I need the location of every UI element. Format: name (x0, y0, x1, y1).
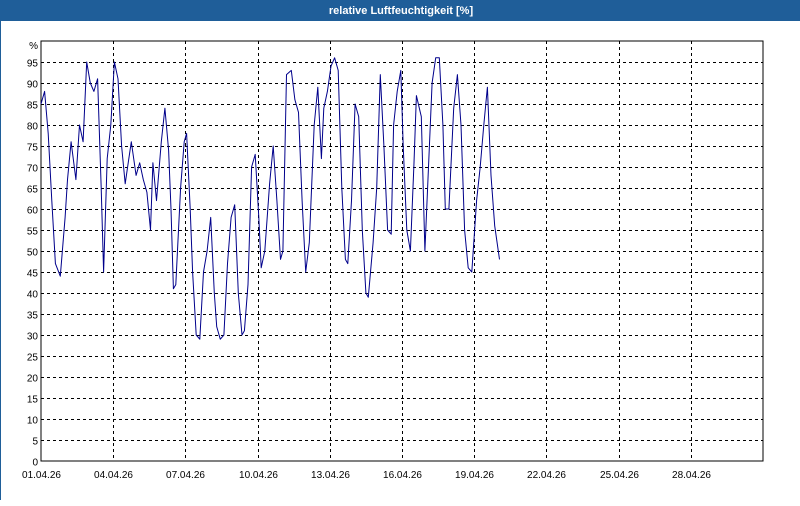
y-axis-label: % (29, 41, 38, 52)
y-tick-label: 45 (27, 269, 39, 280)
x-tick-label: 16.04.26 (383, 470, 422, 481)
y-tick-label: 95 (27, 59, 39, 70)
x-tick-label: 28.04.26 (672, 470, 711, 481)
y-tick-label: 80 (27, 122, 39, 133)
chart-window: relative Luftfeuchtigkeit [%] 0 5 10 15 20 25… (0, 0, 800, 501)
y-tick-label: 35 (27, 311, 39, 322)
x-tick-label: 07.04.26 (166, 470, 205, 481)
y-tick-label: 20 (27, 374, 39, 385)
y-tick-label: 55 (27, 227, 39, 238)
x-tick-label: 25.04.26 (600, 470, 639, 481)
y-tick-label: 0 (32, 458, 38, 469)
y-tick-label: 75 (27, 143, 39, 154)
y-tick-label: 40 (27, 290, 39, 301)
x-tick-label: 01.04.26 (22, 470, 61, 481)
y-tick-label: 90 (27, 80, 39, 91)
y-tick-label: 50 (27, 248, 39, 259)
y-tick-label: 85 (27, 101, 39, 112)
x-tick-label: 10.04.26 (239, 470, 278, 481)
y-tick-label: 60 (27, 206, 39, 217)
x-tick-label: 22.04.26 (527, 470, 566, 481)
y-tick-label: 10 (27, 416, 39, 427)
y-tick-label: 5 (32, 437, 38, 448)
plot-area: 0 5 10 15 20 25 30 35 40 45 50 55 60 65 70 75 80 85 90 95% 0… (1, 21, 800, 501)
y-tick-label: 25 (27, 353, 39, 364)
y-tick-label: 70 (27, 164, 39, 175)
humidity-line-chart: 0 5 10 15 20 25 30 35 40 45 50 55 60 65 70 75 80 85 90 95% 0… (22, 40, 764, 481)
y-tick-label: 30 (27, 332, 39, 343)
x-tick-label: 13.04.26 (311, 470, 350, 481)
x-tick-label: 04.04.26 (94, 470, 133, 481)
y-tick-label: 15 (27, 395, 39, 406)
y-tick-label: 65 (27, 185, 39, 196)
chart-title: relative Luftfeuchtigkeit [%] (1, 1, 800, 21)
x-tick-label: 19.04.26 (455, 470, 494, 481)
